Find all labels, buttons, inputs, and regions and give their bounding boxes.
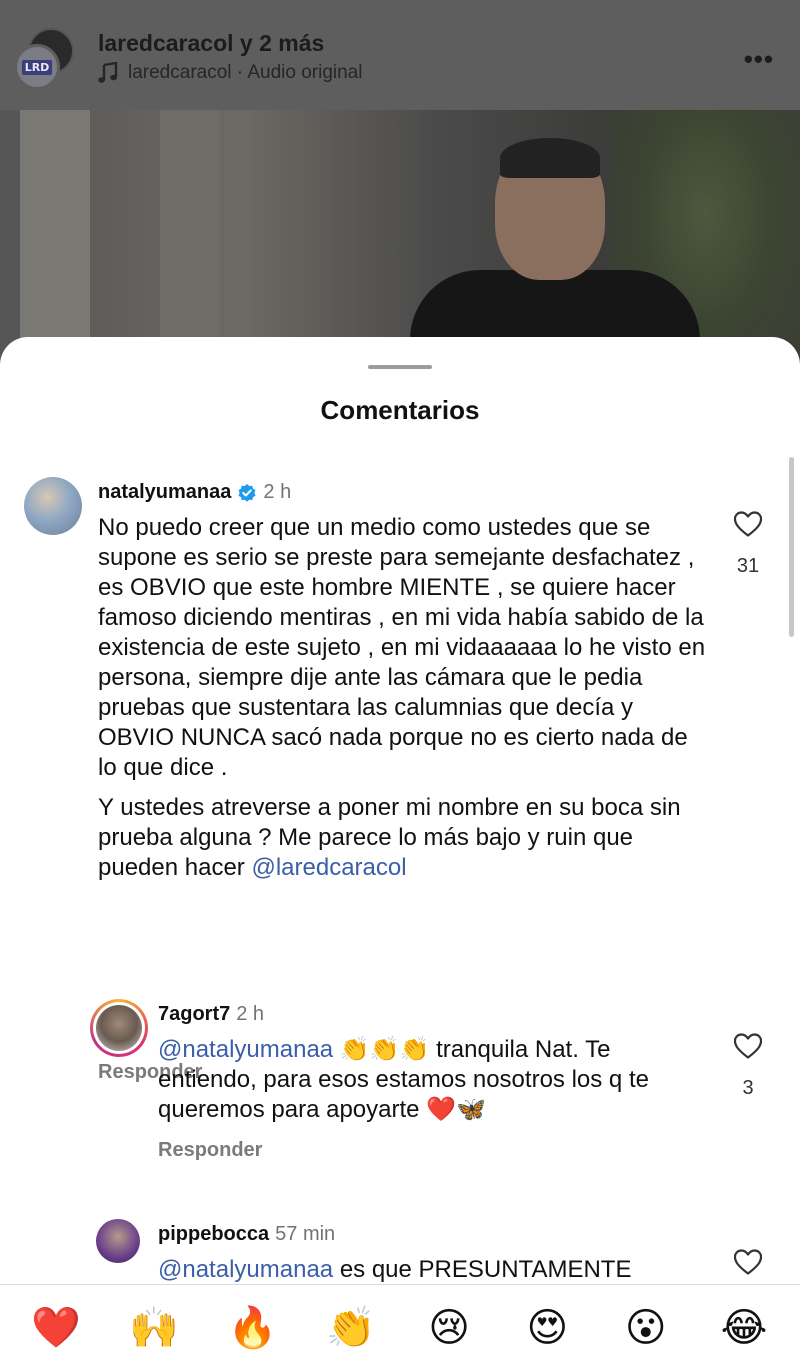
clapping-hands-emoji-button[interactable]: 👏 bbox=[323, 1300, 379, 1356]
sheet-title: Comentarios bbox=[320, 395, 480, 425]
timestamp: 2 h bbox=[236, 1003, 265, 1025]
mention-link[interactable]: @laredcaracol bbox=[251, 854, 406, 881]
background-window bbox=[160, 110, 220, 370]
comments-sheet: Comentarios natalyumanaa 2 h No puedo cr… bbox=[0, 337, 800, 1370]
person-hair bbox=[500, 138, 600, 178]
comment-header: pippebocca 57 min bbox=[158, 1223, 335, 1246]
clap-emojis: 👏👏👏 bbox=[339, 1036, 430, 1063]
raising-hands-emoji-button[interactable]: 🙌 bbox=[126, 1300, 182, 1356]
comment-paragraph: Y ustedes atreverse a poner mi nombre en… bbox=[98, 793, 708, 883]
comment-body: @natalyumanaa es que PRESUNTAMENTE bbox=[158, 1255, 708, 1285]
comment-body: No puedo creer que un medio como ustedes… bbox=[98, 513, 708, 883]
heart-butterfly-emojis: ❤️🦋 bbox=[426, 1096, 486, 1123]
heart-icon[interactable] bbox=[733, 1032, 763, 1060]
music-note-icon bbox=[98, 62, 118, 83]
drag-handle[interactable] bbox=[368, 365, 432, 369]
lrd-logo: LRD bbox=[21, 59, 53, 75]
fire-emoji-button[interactable]: 🔥 bbox=[225, 1300, 281, 1356]
avatar-inner bbox=[93, 1002, 145, 1054]
post-authors[interactable]: laredcaracol y 2 más bbox=[98, 30, 324, 57]
background-window bbox=[20, 110, 90, 370]
timestamp: 57 min bbox=[275, 1223, 336, 1245]
comment-header: natalyumanaa 2 h bbox=[98, 481, 291, 504]
mention-link[interactable]: @natalyumanaa bbox=[158, 1036, 333, 1063]
post-header: LRD laredcaracol y 2 más laredcaracol · … bbox=[0, 0, 800, 110]
scrollbar[interactable] bbox=[789, 457, 794, 637]
red-heart-emoji-button[interactable]: ❤️ bbox=[28, 1300, 84, 1356]
timestamp: 2 h bbox=[263, 481, 292, 503]
like-count: 3 bbox=[742, 1077, 754, 1099]
crying-face-emoji-button[interactable]: 😢 bbox=[421, 1300, 477, 1356]
avatar-photo bbox=[96, 1005, 142, 1051]
comment-body: @natalyumanaa 👏👏👏 tranquila Nat. Te enti… bbox=[158, 1035, 708, 1125]
comment-text-span: es que PRESUNTAMENTE bbox=[339, 1256, 632, 1283]
laredcaracol-avatar[interactable]: LRD bbox=[14, 44, 60, 90]
username[interactable]: 7agort7 bbox=[158, 1003, 230, 1026]
heart-icon[interactable] bbox=[733, 1248, 763, 1276]
audio-link[interactable]: laredcaracol · Audio original bbox=[98, 62, 362, 84]
surprised-face-emoji-button[interactable]: 😮 bbox=[618, 1300, 674, 1356]
username[interactable]: natalyumanaa bbox=[98, 481, 231, 504]
avatar[interactable] bbox=[24, 477, 82, 535]
more-options-icon[interactable]: ••• bbox=[744, 44, 774, 75]
username[interactable]: pippebocca bbox=[158, 1223, 269, 1246]
video-preview[interactable] bbox=[0, 110, 800, 370]
avatar[interactable] bbox=[96, 1219, 140, 1263]
avatar[interactable] bbox=[90, 999, 148, 1057]
heart-eyes-emoji-button[interactable]: 😍 bbox=[519, 1300, 575, 1356]
verified-badge-icon bbox=[238, 483, 256, 502]
reply-button[interactable]: Responder bbox=[158, 1139, 262, 1162]
laughing-tears-emoji-button[interactable]: 😂 bbox=[716, 1300, 772, 1356]
like-count: 31 bbox=[736, 555, 760, 577]
comment-header: 7agort7 2 h bbox=[158, 1003, 264, 1026]
emoji-reaction-bar: ❤️ 🙌 🔥 👏 😢 😍 😮 😂 bbox=[0, 1284, 800, 1370]
mention-link[interactable]: @natalyumanaa bbox=[158, 1256, 333, 1283]
comment-paragraph: No puedo creer que un medio como ustedes… bbox=[98, 514, 706, 781]
heart-icon[interactable] bbox=[733, 510, 763, 538]
audio-label: laredcaracol · Audio original bbox=[128, 62, 363, 83]
